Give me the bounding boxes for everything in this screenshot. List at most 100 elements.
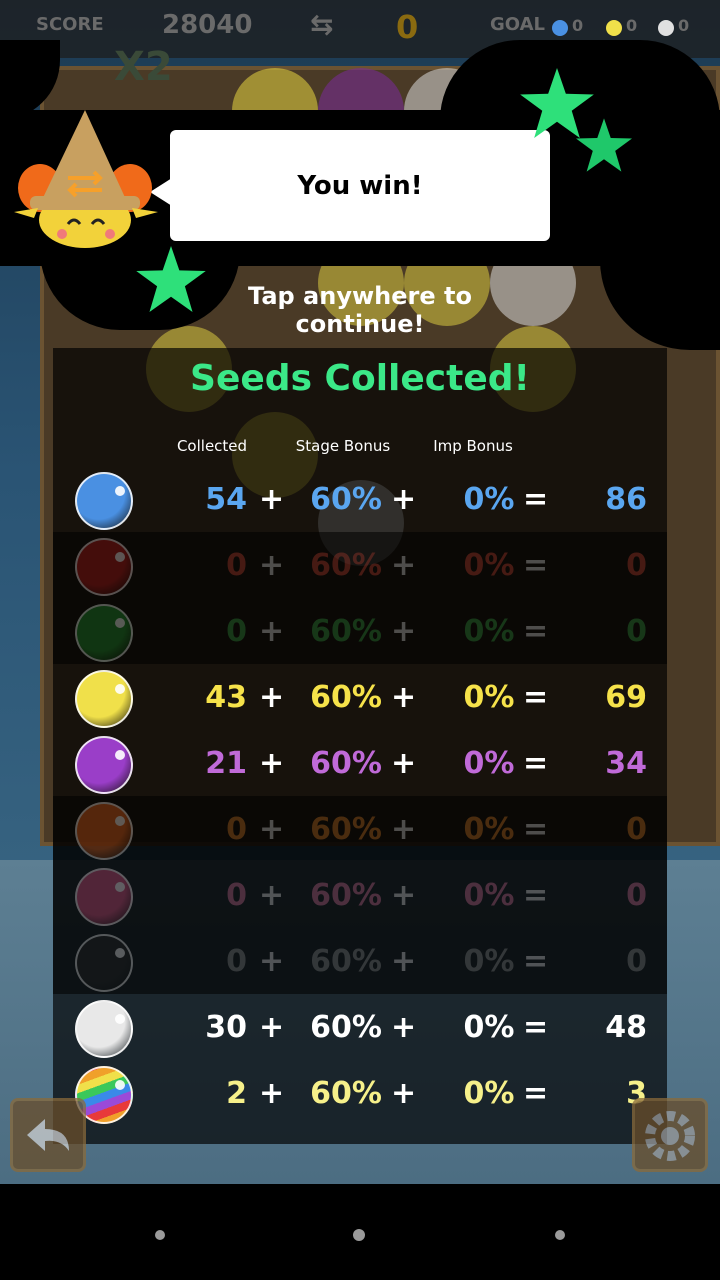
seed-shine [115,1014,125,1024]
equals-sign: = [523,878,549,913]
imp-bonus-value: 0% [463,1010,515,1045]
green-seed-icon [75,604,133,662]
imp-bonus-value: 0% [463,878,515,913]
seed-shine [115,552,125,562]
red-seed-icon [75,538,133,596]
collected-value: 21 [205,746,247,781]
plus-sign: + [259,614,285,649]
imp-bonus-value: 0% [463,680,515,715]
score-multiplier: X2 [114,44,173,90]
goal-label: GOAL [490,14,545,35]
purple-seed-icon [75,736,133,794]
header-imp-bonus: Imp Bonus [433,437,513,455]
equals-sign: = [523,1010,549,1045]
stage-bonus-value: 60% [310,1076,382,1111]
collected-value: 0 [226,614,247,649]
plus-sign: + [259,548,285,583]
plus-sign: + [391,812,417,847]
imp-bonus-value: 0% [463,614,515,649]
nav-recents-button[interactable] [555,1230,565,1240]
collected-value: 0 [226,548,247,583]
plus-sign: + [259,482,285,517]
equals-sign: = [523,812,549,847]
seed-shine [115,816,125,826]
plus-sign: + [391,746,417,781]
seed-row-green: 0 +60% +0% = 0 [53,600,667,666]
plus-sign: + [259,746,285,781]
seed-shine [115,882,125,892]
collected-value: 0 [226,878,247,913]
pink-seed-icon [75,868,133,926]
seed-row-rainbow: 2 +60% +0% = 3 [53,1062,667,1128]
goal-white-icon [658,20,674,36]
score-value: 28040 [162,10,253,40]
seed-row-red: 0 +60% +0% = 0 [53,534,667,600]
equals-sign: = [523,1076,549,1111]
continue-hint[interactable]: Tap anywhere to continue! [190,282,530,338]
plus-sign: + [391,1010,417,1045]
total-value: 0 [626,812,647,847]
seed-row-blue: 54 +60% +0% = 86 [53,468,667,534]
settings-button[interactable] [632,1098,708,1172]
win-message: You win! [297,170,423,201]
plus-sign: + [391,944,417,979]
total-value: 48 [605,1010,647,1045]
back-button[interactable] [10,1098,86,1172]
seed-row-orange: 0 +60% +0% = 0 [53,798,667,864]
collected-value: 54 [205,482,247,517]
plus-sign: + [259,812,285,847]
nav-back-button[interactable] [155,1230,165,1240]
stage-bonus-value: 60% [310,746,382,781]
gear-icon [645,1111,695,1161]
swap-arrows-icon: ⇆ [310,8,334,41]
moves-value: 0 [396,8,419,46]
seed-row-purple: 21 +60% +0% = 34 [53,732,667,798]
equals-sign: = [523,614,549,649]
plus-sign: + [259,944,285,979]
stage-bonus-value: 60% [310,680,382,715]
header-collected: Collected [176,437,248,455]
blue-seed-icon [75,472,133,530]
collected-value: 2 [226,1076,247,1111]
stage-bonus-value: 60% [310,1010,382,1045]
plus-sign: + [391,482,417,517]
stage-bonus-value: 60% [310,878,382,913]
plus-sign: + [259,680,285,715]
goal-blue-icon [552,20,568,36]
goal-blue-count: 0 [572,16,584,35]
total-value: 86 [605,482,647,517]
total-value: 0 [626,548,647,583]
seed-row-white: 30 +60% +0% = 48 [53,996,667,1062]
seed-row-yellow: 43 +60% +0% = 69 [53,666,667,732]
equals-sign: = [523,482,549,517]
seed-shine [115,948,125,958]
collected-value: 0 [226,812,247,847]
plus-sign: + [391,614,417,649]
stage-bonus-value: 60% [310,812,382,847]
plus-sign: + [391,680,417,715]
imp-bonus-value: 0% [463,1076,515,1111]
stage-bonus-value: 60% [310,944,382,979]
seed-row-pink: 0 +60% +0% = 0 [53,864,667,930]
back-arrow-icon [27,1119,69,1151]
black-seed-icon [75,934,133,992]
total-value: 69 [605,680,647,715]
seed-row-black: 0 +60% +0% = 0 [53,930,667,996]
score-label: SCORE [36,14,104,35]
equals-sign: = [523,548,549,583]
header-stage-bonus: Stage Bonus [295,437,391,455]
equals-sign: = [523,680,549,715]
imp-bonus-value: 0% [463,944,515,979]
plus-sign: + [259,878,285,913]
wizard-mascot-icon [14,110,158,248]
collected-value: 30 [205,1010,247,1045]
plus-sign: + [259,1010,285,1045]
imp-bonus-value: 0% [463,548,515,583]
goal-yellow-count: 0 [626,16,638,35]
imp-bonus-value: 0% [463,812,515,847]
yellow-seed-icon [75,670,133,728]
star-icon [136,246,206,312]
orange-seed-icon [75,802,133,860]
nav-home-button[interactable] [353,1229,365,1241]
seed-shine [115,684,125,694]
